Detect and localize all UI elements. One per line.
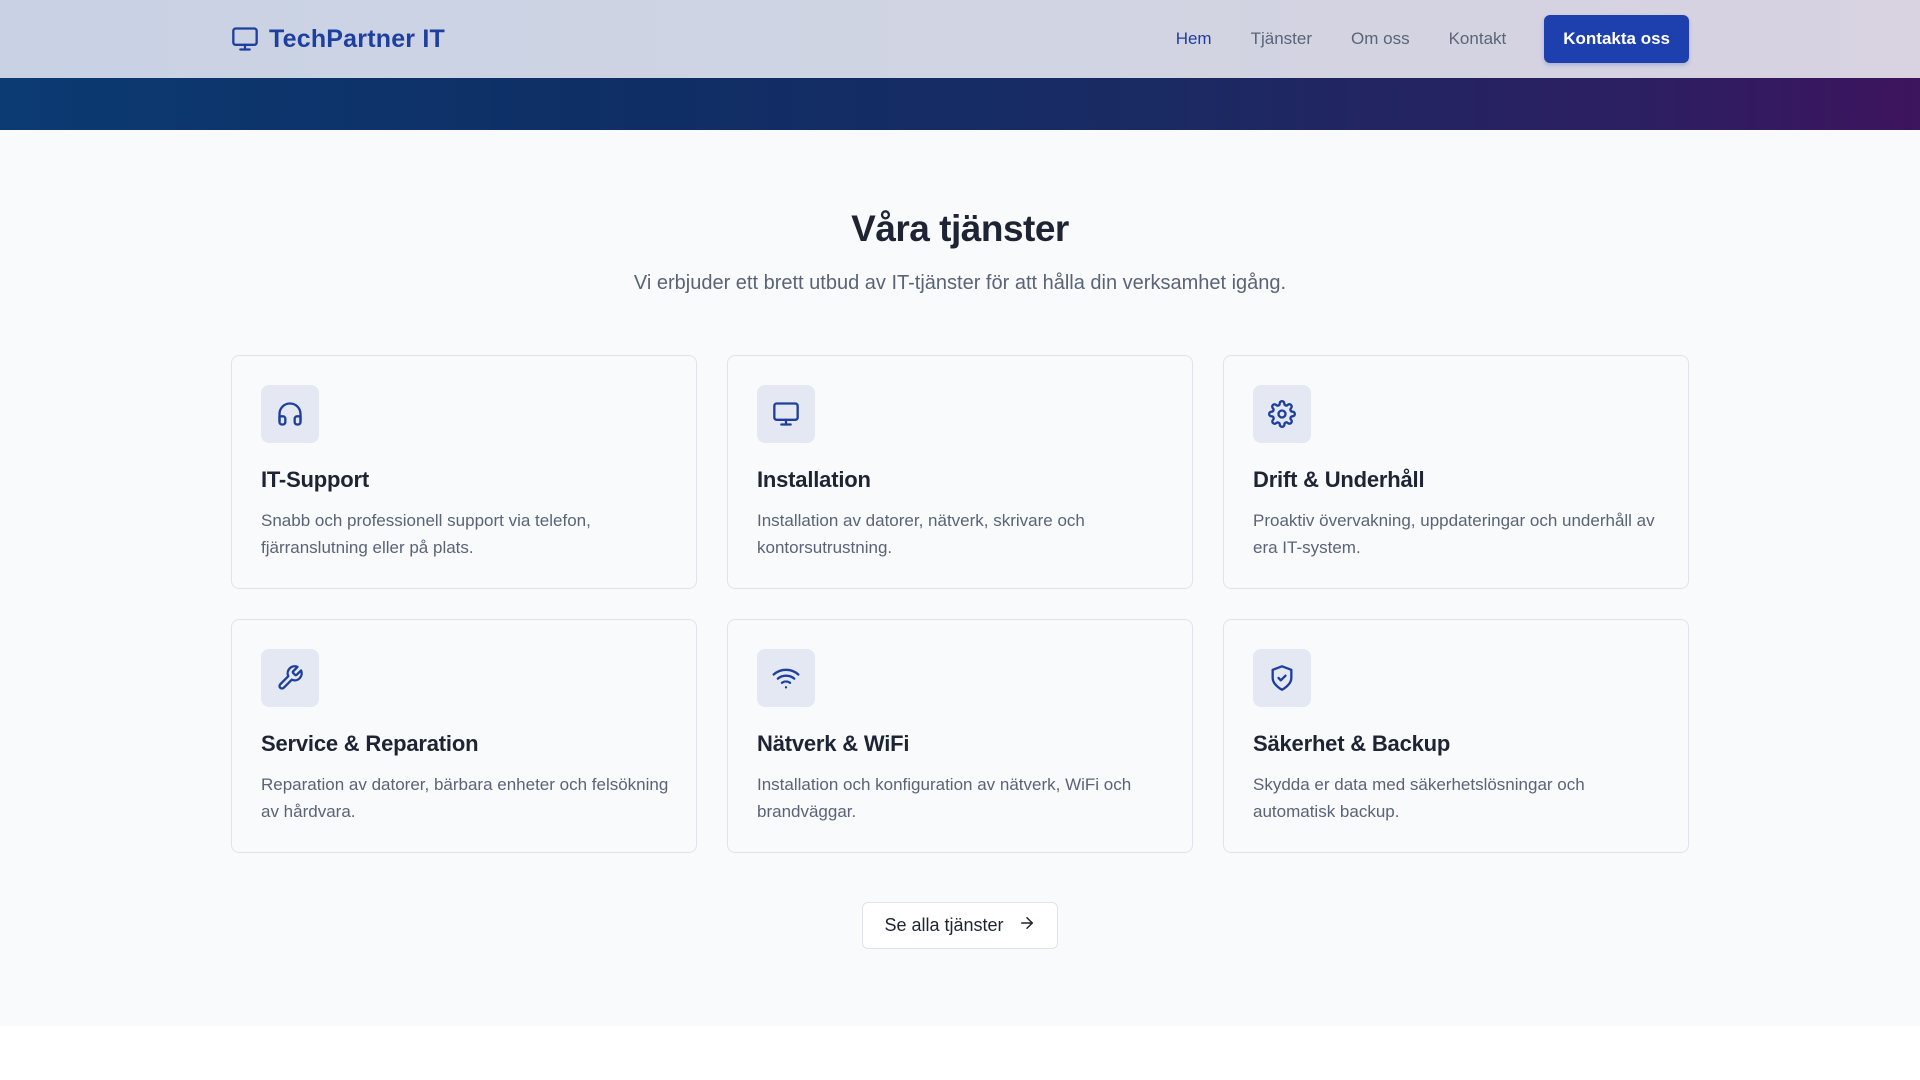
card-description: Skydda er data med säkerhetslösningar oc… xyxy=(1253,775,1585,821)
card-description: Proaktiv övervakning, uppdateringar och … xyxy=(1253,511,1655,557)
service-card-natverk-wifi[interactable]: Nätverk & WiFi Installation och konfigur… xyxy=(727,619,1193,853)
see-all-services-button[interactable]: Se alla tjänster xyxy=(862,902,1058,949)
card-title: Säkerhet & Backup xyxy=(1253,731,1451,756)
header-inner: TechPartner IT Hem Tjänster Om oss Konta… xyxy=(231,15,1689,63)
service-card-installation[interactable]: Installation Installation av datorer, nä… xyxy=(727,355,1193,589)
card-title: Drift & Underhåll xyxy=(1253,467,1425,492)
section-subtitle: Vi erbjuder ett brett utbud av IT-tjänst… xyxy=(633,272,1287,294)
headphones-icon xyxy=(261,385,319,443)
service-card-it-support[interactable]: IT-Support Snabb och professionell suppo… xyxy=(231,355,697,589)
nav-link-hem[interactable]: Hem xyxy=(1176,29,1212,49)
services-grid: IT-Support Snabb och professionell suppo… xyxy=(231,355,1689,853)
contact-us-button[interactable]: Kontakta oss xyxy=(1544,15,1689,63)
wifi-icon xyxy=(757,649,815,707)
brand-logo[interactable]: TechPartner IT xyxy=(231,25,445,54)
hero-band xyxy=(0,78,1920,130)
card-description: Snabb och professionell support via tele… xyxy=(261,511,591,557)
main-nav: Hem Tjänster Om oss Kontakt Kontakta oss xyxy=(1176,15,1689,63)
services-section: Våra tjänster Vi erbjuder ett brett utbu… xyxy=(0,130,1920,1026)
service-card-service-reparation[interactable]: Service & Reparation Reparation av dator… xyxy=(231,619,697,853)
service-card-drift-underhall[interactable]: Drift & Underhåll Proaktiv övervakning, … xyxy=(1223,355,1689,589)
shield-check-icon xyxy=(1253,649,1311,707)
nav-link-tjanster[interactable]: Tjänster xyxy=(1251,29,1312,49)
card-title: Nätverk & WiFi xyxy=(757,731,910,756)
wrench-icon xyxy=(261,649,319,707)
gear-icon xyxy=(1253,385,1311,443)
nav-link-om-oss[interactable]: Om oss xyxy=(1351,29,1410,49)
section-title: Våra tjänster xyxy=(851,208,1069,249)
card-title: Service & Reparation xyxy=(261,731,479,756)
brand-name: TechPartner IT xyxy=(269,24,445,53)
arrow-right-icon xyxy=(1018,914,1036,937)
service-card-sakerhet-backup[interactable]: Säkerhet & Backup Skydda er data med säk… xyxy=(1223,619,1689,853)
nav-link-kontakt[interactable]: Kontakt xyxy=(1449,29,1507,49)
site-header: TechPartner IT Hem Tjänster Om oss Konta… xyxy=(0,0,1920,78)
see-all-label: Se alla tjänster xyxy=(884,915,1004,935)
monitor-icon xyxy=(231,25,259,53)
card-description: Installation av datorer, nätverk, skriva… xyxy=(757,511,1085,557)
card-description: Reparation av datorer, bärbara enheter o… xyxy=(261,775,669,821)
card-description: Installation och konfiguration av nätver… xyxy=(757,775,1132,821)
card-title: Installation xyxy=(757,467,871,492)
monitor-icon xyxy=(757,385,815,443)
card-title: IT-Support xyxy=(261,467,369,492)
